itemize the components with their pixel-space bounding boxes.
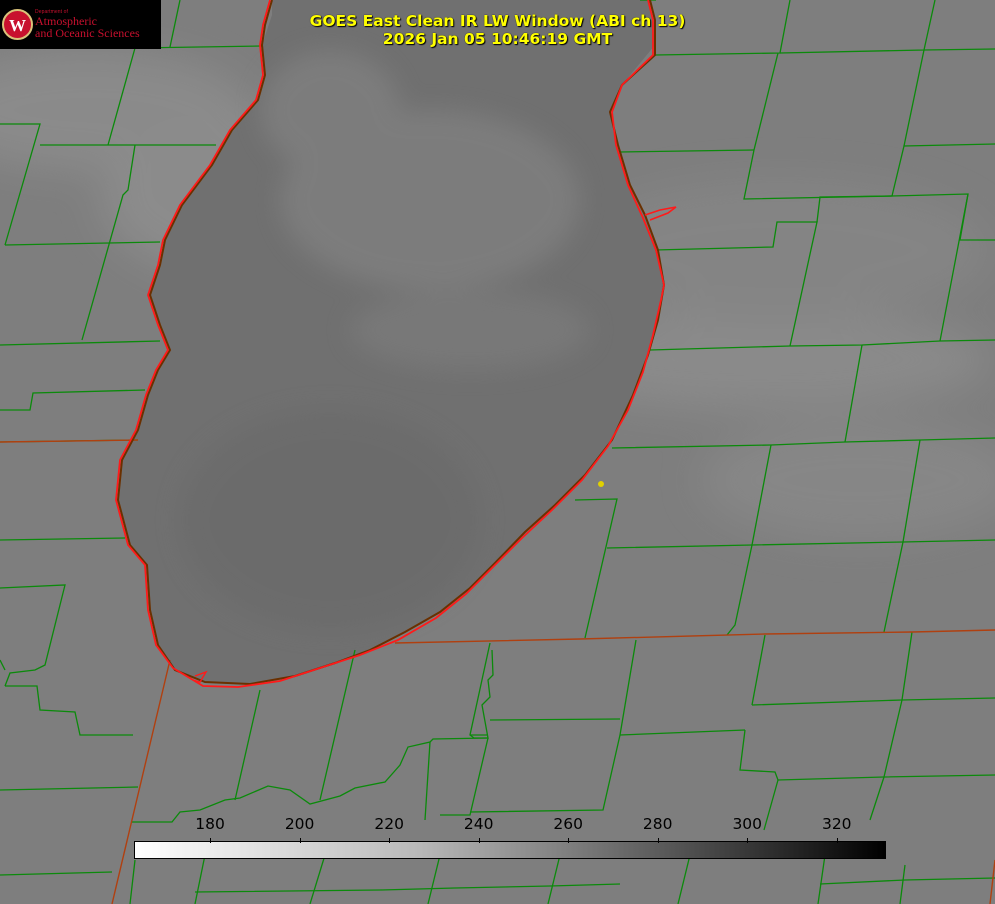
logo-line2: and Oceanic Sciences [35, 26, 140, 40]
colorbar-tick-mark [478, 838, 480, 843]
temperature-colorbar [134, 841, 886, 859]
satellite-map [0, 0, 995, 904]
colorbar-tick-mark [568, 838, 570, 843]
colorbar-tick-mark [836, 838, 838, 843]
colorbar-tick-mark [210, 838, 212, 843]
svg-text:W: W [9, 16, 26, 35]
city-marker [598, 481, 604, 487]
uw-crest-icon: W [2, 9, 33, 40]
aos-logo: W Department of Atmospheric and Oceanic … [0, 0, 161, 49]
colorbar-tick-mark [389, 838, 391, 843]
colorbar-tick-mark [657, 838, 659, 843]
colorbar-tick-mark [747, 838, 749, 843]
colorbar-tick-mark [299, 838, 301, 843]
